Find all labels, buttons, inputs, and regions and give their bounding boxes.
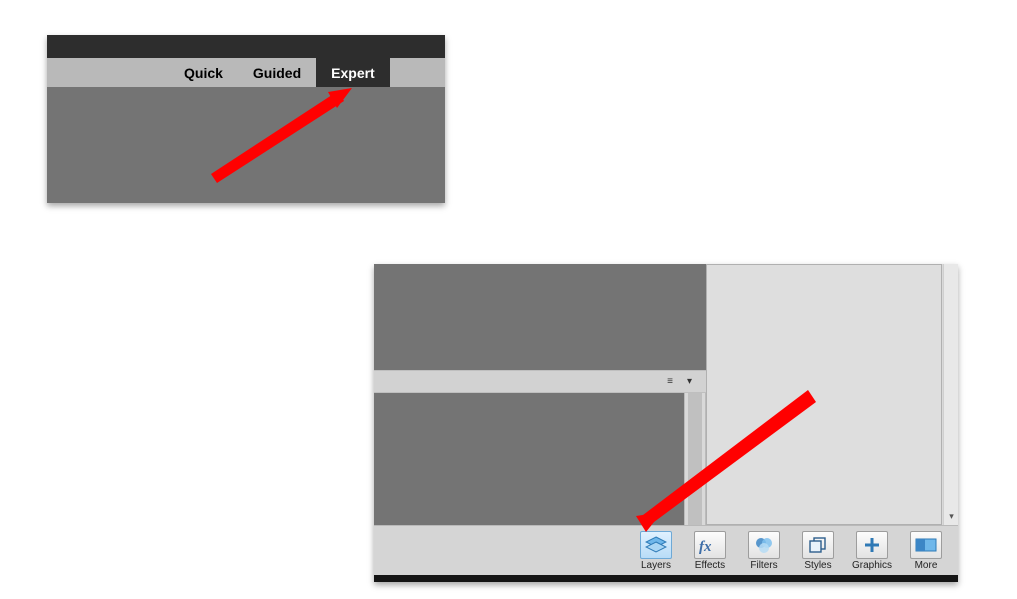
scroll-down-icon[interactable]: ▾ xyxy=(944,507,958,525)
panels-toolbar-screenshot: ▾ ≡ ▾ Layers fx Effects xyxy=(374,264,958,582)
photo-bin xyxy=(374,393,684,525)
effects-button[interactable]: fx Effects xyxy=(684,527,736,575)
more-button[interactable]: More xyxy=(900,527,952,575)
tab-expert[interactable]: Expert xyxy=(316,58,390,87)
svg-text:fx: fx xyxy=(699,539,712,554)
filters-icon xyxy=(748,531,780,559)
graphics-label: Graphics xyxy=(852,560,892,571)
filters-button[interactable]: Filters xyxy=(738,527,790,575)
more-icon xyxy=(910,531,942,559)
photo-bin-scrollbar[interactable] xyxy=(684,393,706,525)
styles-label: Styles xyxy=(804,560,831,571)
canvas-area xyxy=(47,87,445,203)
graphics-button[interactable]: Graphics xyxy=(846,527,898,575)
mode-tabs-screenshot: Quick Guided Expert xyxy=(47,35,445,203)
canvas-viewport xyxy=(374,264,706,370)
more-label: More xyxy=(915,560,938,571)
tab-bar-spacer xyxy=(47,58,169,87)
styles-button[interactable]: Styles xyxy=(792,527,844,575)
tab-quick[interactable]: Quick xyxy=(169,58,238,87)
photo-bin-bar: ≡ ▾ xyxy=(374,370,706,393)
effects-icon: fx xyxy=(694,531,726,559)
dropdown-icon[interactable]: ▾ xyxy=(683,375,696,388)
bottom-toolbar: Layers fx Effects Filters xyxy=(374,525,958,575)
layers-label: Layers xyxy=(641,560,671,571)
graphics-icon xyxy=(856,531,888,559)
app-titlebar xyxy=(47,35,445,58)
layers-button[interactable]: Layers xyxy=(630,527,682,575)
effects-label: Effects xyxy=(695,560,725,571)
taskbar-stub xyxy=(374,575,958,582)
scrollbar-thumb[interactable] xyxy=(688,393,702,525)
styles-icon xyxy=(802,531,834,559)
right-panel xyxy=(706,264,942,525)
layers-icon xyxy=(640,531,672,559)
tab-guided[interactable]: Guided xyxy=(238,58,316,87)
list-view-icon[interactable]: ≡ xyxy=(663,375,677,388)
filters-label: Filters xyxy=(750,560,777,571)
right-panel-scrollbar[interactable]: ▾ xyxy=(943,264,958,525)
mode-tab-bar: Quick Guided Expert xyxy=(47,58,445,87)
